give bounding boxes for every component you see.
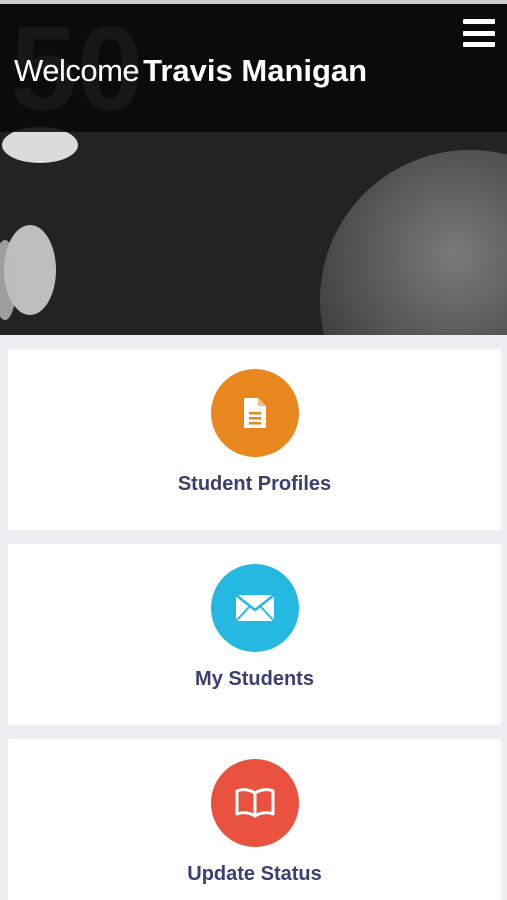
menu-bar (463, 30, 495, 36)
hero-banner: 50 WelcomeTravis Manigan (0, 0, 507, 335)
envelope-icon (210, 564, 299, 652)
card-label: My Students (195, 668, 314, 690)
hamburger-menu-icon[interactable] (463, 19, 495, 47)
menu-bar (463, 19, 495, 24)
document-icon (210, 369, 299, 457)
card-update-status[interactable]: Update Status (8, 739, 501, 900)
open-book-icon (210, 759, 299, 847)
card-student-profiles[interactable]: Student Profiles (8, 349, 501, 530)
user-name: Travis Manigan (143, 53, 368, 88)
card-my-students[interactable]: My Students (8, 544, 501, 725)
card-label: Student Profiles (177, 473, 332, 495)
menu-bar (463, 42, 495, 47)
welcome-message: Welcome Travis Manigan (14, 52, 367, 90)
card-label: Update Status (187, 863, 322, 885)
welcome-prefix: Welcome (14, 53, 140, 88)
